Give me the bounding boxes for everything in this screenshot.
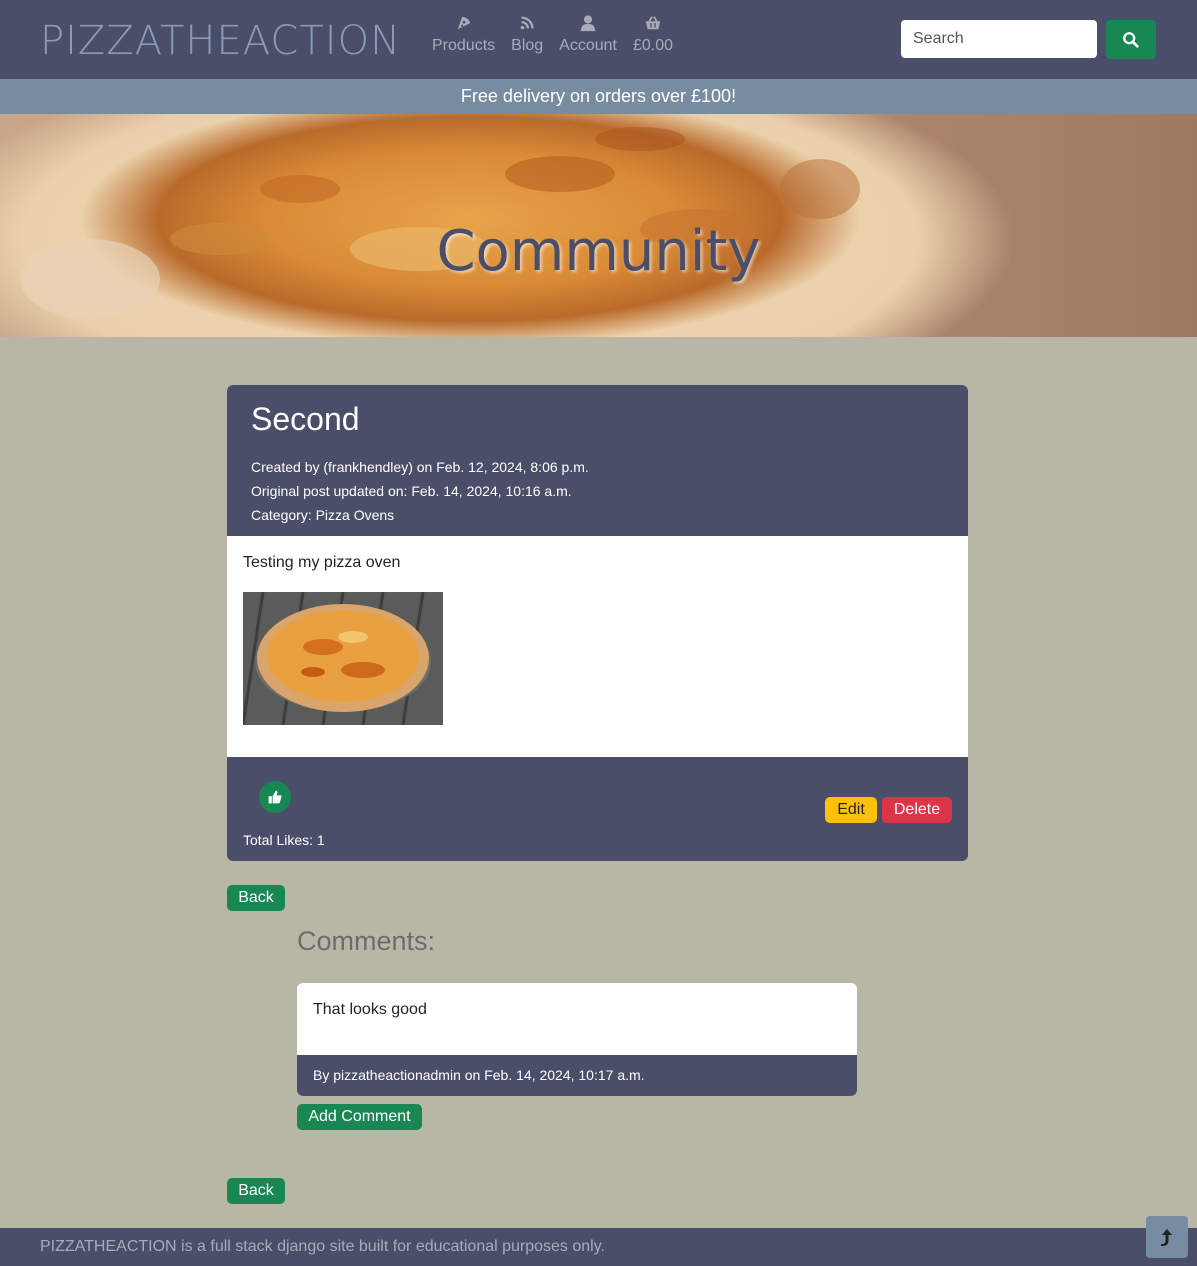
- post-updated: Original post updated on: Feb. 14, 2024,…: [251, 483, 572, 499]
- comments-heading: Comments:: [297, 926, 436, 956]
- pizza-slice-icon: [457, 16, 470, 30]
- thumbs-up-icon: [268, 790, 282, 804]
- nav-blog[interactable]: Blog: [511, 14, 543, 55]
- post-card: Second Created by (frankhendley) on Feb.…: [227, 385, 968, 861]
- post-footer: Total Likes: 1 Edit Delete: [227, 757, 968, 861]
- like-button[interactable]: [259, 781, 291, 813]
- arrow-up-icon: [1161, 1229, 1172, 1246]
- nav-products-label: Products: [432, 37, 496, 54]
- total-likes: Total Likes: 1: [243, 832, 325, 848]
- comment-text: That looks good: [313, 1001, 427, 1018]
- post-title: Second: [251, 401, 360, 437]
- back-button-top[interactable]: Back: [227, 885, 285, 911]
- search-icon: [1123, 31, 1139, 48]
- nav-account[interactable]: Account: [559, 14, 617, 55]
- promo-banner: Free delivery on orders over £100!: [0, 79, 1197, 114]
- nav-basket-total: £0.00: [632, 37, 674, 54]
- nav-blog-label: Blog: [511, 37, 544, 54]
- hero-image: Community: [0, 79, 1197, 337]
- delete-button[interactable]: Delete: [882, 797, 952, 823]
- scroll-to-top-button[interactable]: [1146, 1216, 1188, 1258]
- blog-icon: [520, 16, 534, 30]
- back-button-bottom[interactable]: Back: [227, 1178, 285, 1204]
- search-input[interactable]: [901, 20, 1097, 58]
- pizza-hero-photo: [20, 127, 860, 319]
- footer: PIZZATHEACTION is a full stack django si…: [0, 1228, 1197, 1266]
- edit-button[interactable]: Edit: [825, 797, 877, 823]
- navbar: PIZZATHEACTION Products Blog Account £0.…: [0, 0, 1197, 79]
- post-header: Second Created by (frankhendley) on Feb.…: [227, 385, 968, 536]
- nav-account-label: Account: [559, 37, 617, 54]
- nav-menu: Products Blog Account £0.00: [432, 14, 673, 55]
- add-comment-button[interactable]: Add Comment: [297, 1104, 422, 1130]
- brand-logo[interactable]: PIZZATHEACTION: [40, 18, 401, 64]
- nav-basket[interactable]: £0.00: [633, 14, 673, 55]
- comment-card: That looks good By pizzatheactionadmin o…: [297, 983, 857, 1096]
- user-icon: [580, 15, 596, 32]
- nav-products[interactable]: Products: [432, 14, 495, 55]
- search-button[interactable]: [1106, 20, 1156, 59]
- post-body: Testing my pizza oven: [227, 536, 968, 757]
- comment-byline: By pizzatheactionadmin on Feb. 14, 2024,…: [297, 1055, 857, 1096]
- post-content: Testing my pizza oven: [243, 554, 401, 571]
- footer-text: PIZZATHEACTION is a full stack django si…: [40, 1238, 605, 1255]
- post-image: [243, 592, 443, 725]
- page-title: Community: [436, 219, 761, 284]
- post-created: Created by (frankhendley) on Feb. 12, 20…: [251, 459, 589, 475]
- basket-icon: [645, 16, 661, 30]
- post-category: Category: Pizza Ovens: [251, 507, 395, 523]
